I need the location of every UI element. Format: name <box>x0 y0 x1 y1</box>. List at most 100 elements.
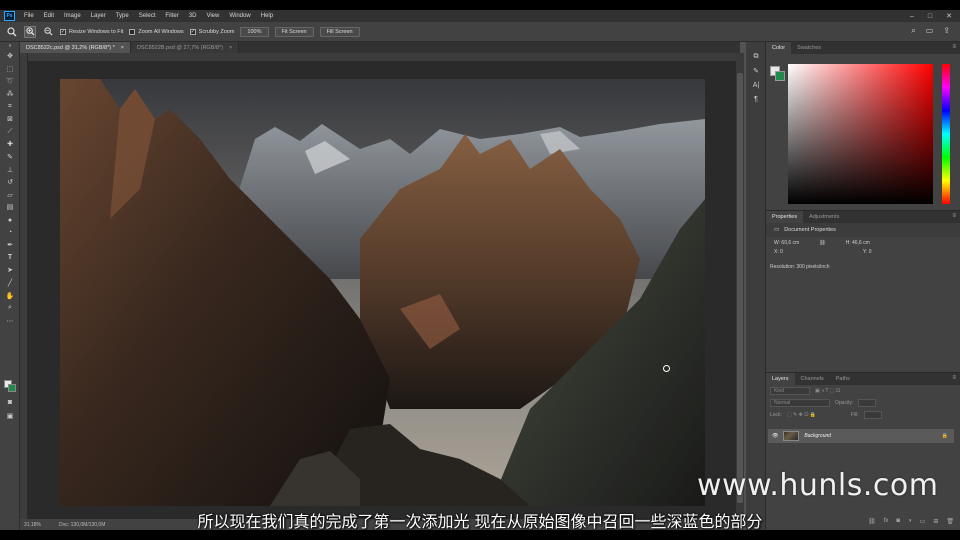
tab-properties[interactable]: Properties <box>766 211 804 223</box>
history-icon[interactable]: ⧉ <box>746 50 766 64</box>
color-background-swatch[interactable] <box>775 71 785 81</box>
zoom-tool-icon[interactable] <box>6 26 18 38</box>
tools-panel: » ✥ ⬚ ➰ ⁂ ⌗ ⊠ ⟋ ✚ ✎ ⊥ ↺ ▱ ▤ ● ◔ ✒ T ➤ ╱ … <box>0 42 20 530</box>
quick-mask-icon[interactable]: ◙ <box>0 396 20 409</box>
tab-swatches[interactable]: Swatches <box>791 42 827 54</box>
resize-windows-checkbox[interactable]: ✓ <box>60 28 66 35</box>
vertical-ruler[interactable] <box>20 53 28 519</box>
canvas-scrollbar[interactable] <box>736 53 744 519</box>
paragraph-icon[interactable]: ¶ <box>746 92 766 106</box>
properties-panel-tabs: Properties Adjustments ≡ <box>766 211 960 223</box>
resize-windows-option[interactable]: ✓ Resize Windows to Fit <box>60 28 123 35</box>
fit-screen-button[interactable]: Fit Screen <box>274 26 314 37</box>
filter-icons[interactable]: ▣ ◑ T ⬚ ⊡ <box>815 388 840 394</box>
zoom-100-button[interactable]: 100% <box>240 26 269 37</box>
lasso-tool-icon[interactable]: ➰ <box>0 75 20 88</box>
share-icon[interactable]: ⇪ <box>943 26 950 36</box>
kind-filter-select[interactable]: Kind <box>770 387 810 395</box>
hue-slider[interactable] <box>942 64 950 204</box>
lock-label: Lock: <box>770 412 782 418</box>
pen-tool-icon[interactable]: ✒ <box>0 239 20 252</box>
type-tool-icon[interactable]: T <box>0 252 20 265</box>
marquee-tool-icon[interactable]: ⬚ <box>0 63 20 76</box>
character-icon[interactable]: A| <box>746 78 766 92</box>
lock-icons[interactable]: ⬚ ✎ ✥ ⊡ 🔒 <box>787 412 816 418</box>
background-color-swatch[interactable] <box>8 384 16 392</box>
tab-layers[interactable]: Layers <box>766 373 795 385</box>
move-tool-icon[interactable]: ✥ <box>0 50 20 63</box>
menu-filter[interactable]: Filter <box>160 13 183 19</box>
menu-select[interactable]: Select <box>134 13 161 19</box>
blend-mode-select[interactable]: Normal <box>770 399 830 407</box>
eraser-tool-icon[interactable]: ▱ <box>0 189 20 202</box>
tab-paths[interactable]: Paths <box>830 373 856 385</box>
search-icon[interactable]: ⌕ <box>911 26 915 36</box>
quick-select-tool-icon[interactable]: ⁂ <box>0 88 20 101</box>
width-label: W: <box>774 240 781 246</box>
menu-edit[interactable]: Edit <box>39 13 59 19</box>
y-field[interactable]: Y: 0 <box>863 249 872 255</box>
tab-color[interactable]: Color <box>766 42 792 54</box>
layer-background[interactable]: 👁 Background 🔒 <box>768 429 954 443</box>
eye-icon[interactable]: 👁 <box>772 433 778 439</box>
frame-tool-icon[interactable]: ⊠ <box>0 113 20 126</box>
menu-file[interactable]: File <box>19 13 39 19</box>
workspace-icon[interactable]: ▭ <box>926 26 934 36</box>
layer-filter-row: Kind ▣ ◑ T ⬚ ⊡ <box>766 385 960 397</box>
scrollbar-thumb[interactable] <box>737 73 743 503</box>
fill-input[interactable] <box>863 411 882 419</box>
color-spectrum[interactable] <box>788 64 933 204</box>
panel-menu-icon[interactable]: ≡ <box>952 44 956 50</box>
clone-stamp-icon[interactable]: ⊥ <box>0 163 20 176</box>
fill-screen-button[interactable]: Fill Screen <box>319 26 360 37</box>
menu-type[interactable]: Type <box>111 13 134 19</box>
menu-view[interactable]: View <box>201 13 224 19</box>
tab-document-2[interactable]: DSC8522B.psd @ 27,7% (RGB/8*) × <box>130 42 240 53</box>
history-brush-icon[interactable]: ↺ <box>0 176 20 189</box>
zoom-tool-sidebar-icon[interactable]: ⌕ <box>0 302 20 315</box>
opacity-input[interactable] <box>858 399 877 407</box>
panel-menu-icon[interactable]: ≡ <box>952 213 956 219</box>
shape-tool-icon[interactable]: ╱ <box>0 277 20 290</box>
minimize-button[interactable]: – <box>910 13 914 20</box>
menu-3d[interactable]: 3D <box>184 13 202 19</box>
zoom-out-icon[interactable] <box>42 26 54 38</box>
zoom-all-checkbox[interactable] <box>129 28 136 35</box>
gradient-tool-icon[interactable]: ▤ <box>0 201 20 214</box>
tab-document-1[interactable]: DSC8522c.psd @ 31,2% (RGB/8*) * × <box>20 42 131 53</box>
panel-menu-icon[interactable]: ≡ <box>952 375 956 381</box>
hand-tool-icon[interactable]: ✋ <box>0 289 20 302</box>
more-tools-icon[interactable]: ⋯ <box>0 314 20 327</box>
document-image[interactable] <box>60 79 705 506</box>
healing-brush-icon[interactable]: ✚ <box>0 138 20 151</box>
menu-help[interactable]: Help <box>256 13 278 19</box>
x-field[interactable]: X: 0 <box>774 249 783 255</box>
brush-settings-icon[interactable]: ✎ <box>746 64 766 78</box>
link-icon[interactable]: ⛓ <box>819 240 825 246</box>
horizontal-ruler[interactable] <box>28 53 736 62</box>
path-select-icon[interactable]: ➤ <box>0 264 20 277</box>
dodge-tool-icon[interactable]: ◔ <box>0 226 20 239</box>
close-icon[interactable]: × <box>121 45 124 51</box>
width-field[interactable]: W: 60,6 cm <box>774 240 799 246</box>
height-field[interactable]: H: 46,6 cm <box>846 240 870 246</box>
brush-tool-icon[interactable]: ✎ <box>0 151 20 164</box>
tab-adjustments[interactable]: Adjustments <box>803 211 845 223</box>
tab-channels[interactable]: Channels <box>795 373 830 385</box>
maximize-button[interactable]: □ <box>928 13 932 20</box>
scrubby-zoom-option[interactable]: ✓ Scrubby Zoom <box>189 28 234 35</box>
close-icon[interactable]: × <box>229 45 232 51</box>
zoom-all-option[interactable]: Zoom All Windows <box>129 28 184 35</box>
menu-window[interactable]: Window <box>224 13 255 19</box>
menu-image[interactable]: Image <box>59 13 86 19</box>
collapse-arrows-icon[interactable]: » <box>0 42 20 50</box>
scrubby-zoom-checkbox[interactable]: ✓ <box>189 28 196 35</box>
eyedropper-tool-icon[interactable]: ⟋ <box>0 126 20 139</box>
menu-layer[interactable]: Layer <box>86 13 111 19</box>
crop-tool-icon[interactable]: ⌗ <box>0 100 20 113</box>
close-button[interactable]: ✕ <box>946 12 952 20</box>
blur-tool-icon[interactable]: ● <box>0 214 20 227</box>
zoom-in-icon[interactable] <box>24 25 36 38</box>
screen-mode-icon[interactable]: ▣ <box>0 410 20 423</box>
